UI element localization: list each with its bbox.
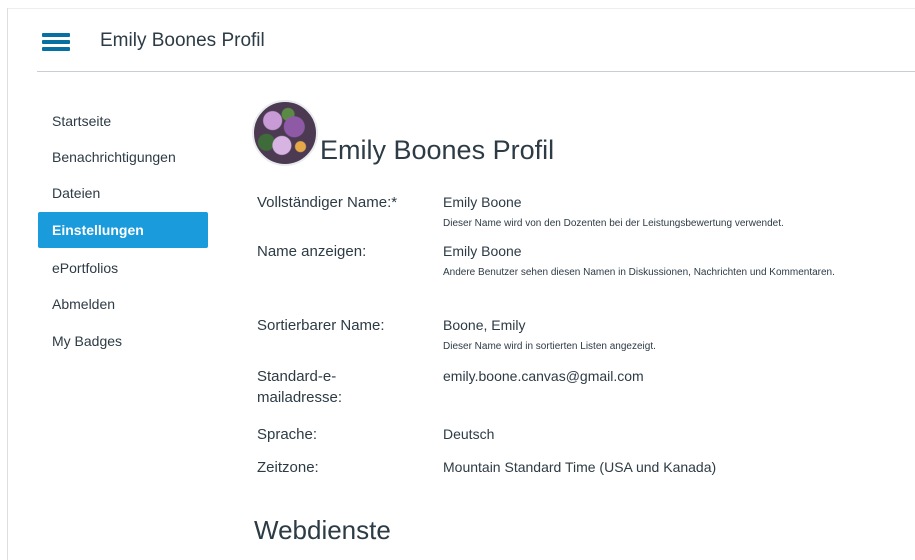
full-name-value: Emily Boone	[443, 194, 522, 210]
language-value: Deutsch	[443, 426, 495, 442]
hamburger-line	[42, 47, 70, 51]
hamburger-line	[42, 33, 70, 37]
sidebar-item-my-badges[interactable]: My Badges	[38, 323, 210, 359]
header-title: Emily Boones Profil	[100, 30, 265, 51]
sidebar-item-einstellungen[interactable]: Einstellungen	[38, 212, 208, 248]
email-value: emily.boone.canvas@gmail.com	[443, 368, 644, 384]
full-name-label: Vollständiger Name:*	[257, 194, 398, 211]
hamburger-menu-icon[interactable]	[42, 33, 70, 51]
full-name-hint: Dieser Name wird von den Dozenten bei de…	[443, 218, 784, 229]
sidebar-item-startseite[interactable]: Startseite	[38, 103, 210, 139]
header-divider	[37, 71, 915, 72]
page-title: Emily Boones Profil	[320, 135, 555, 165]
sortable-name-hint: Dieser Name wird in sortierten Listen an…	[443, 341, 656, 352]
hamburger-line	[42, 40, 70, 44]
display-name-hint: Andere Benutzer sehen diesen Namen in Di…	[443, 267, 835, 278]
sidebar-item-abmelden[interactable]: Abmelden	[38, 286, 210, 322]
language-label: Sprache:	[257, 426, 318, 443]
sidebar-item-benachrichtigungen[interactable]: Benachrichtigungen	[38, 139, 210, 175]
email-label: Standard-e-mailadresse:	[257, 368, 343, 406]
timezone-value: Mountain Standard Time (USA und Kanada)	[443, 459, 717, 475]
sortable-name-label: Sortierbarer Name:	[257, 317, 385, 334]
display-name-value: Emily Boone	[443, 243, 522, 259]
sidebar-item-eportfolios[interactable]: ePortfolios	[38, 250, 210, 286]
sidebar-item-dateien[interactable]: Dateien	[38, 175, 210, 211]
frame-left-border	[7, 8, 8, 560]
avatar[interactable]	[252, 100, 318, 166]
timezone-label: Zeitzone:	[257, 459, 319, 476]
web-services-heading: Webdienste	[254, 515, 391, 545]
display-name-label: Name anzeigen:	[257, 243, 367, 260]
sortable-name-value: Boone, Emily	[443, 317, 526, 333]
